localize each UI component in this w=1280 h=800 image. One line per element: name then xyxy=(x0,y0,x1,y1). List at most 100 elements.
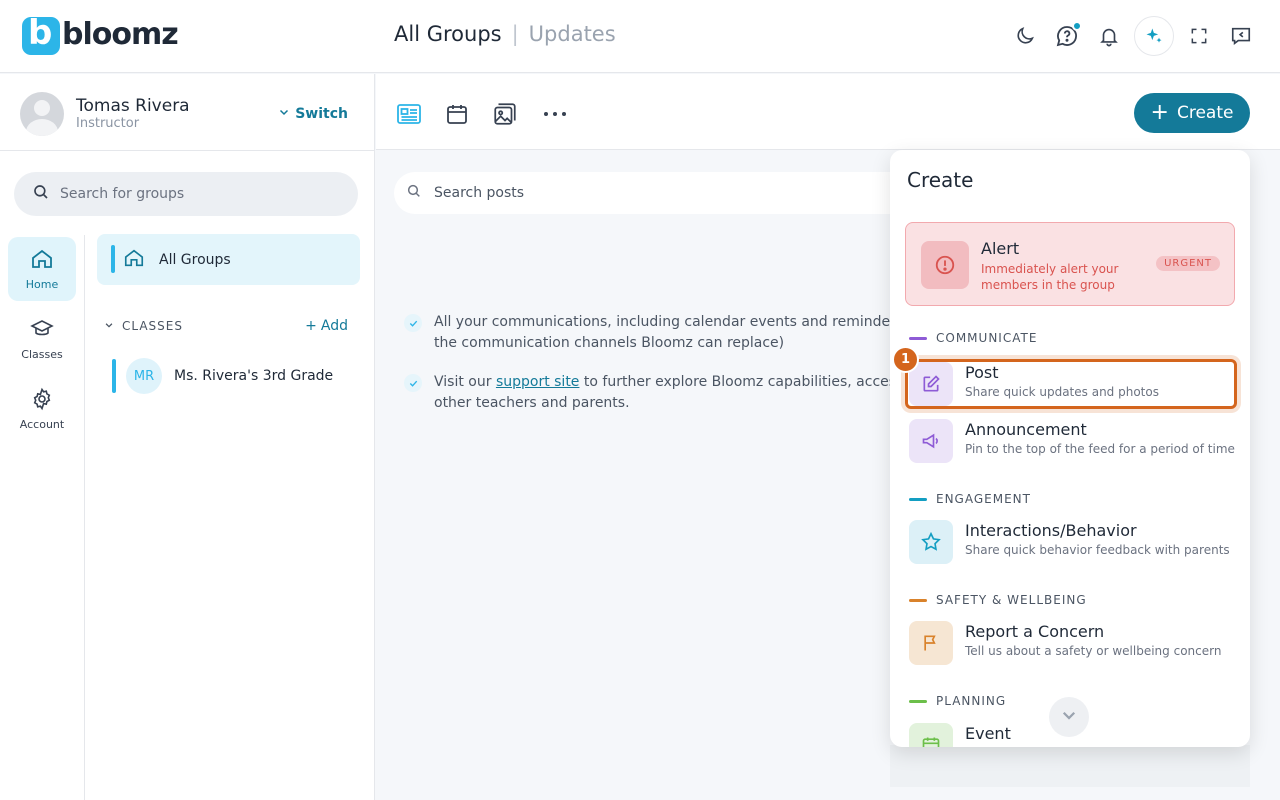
create-button[interactable]: + Create xyxy=(1134,93,1250,133)
calendar-icon[interactable] xyxy=(443,100,471,128)
nav-home-label: Home xyxy=(25,278,59,291)
step-marker: 1 xyxy=(892,346,919,373)
megaphone-icon xyxy=(909,419,953,463)
alert-description: Immediately alert your members in the gr… xyxy=(981,262,1119,292)
breadcrumb-all-groups[interactable]: All Groups xyxy=(394,22,502,46)
option-title: Report a Concern xyxy=(965,622,1105,641)
search-icon xyxy=(406,183,422,203)
option-description: Share quick behavior feedback with paren… xyxy=(965,543,1230,557)
star-icon xyxy=(909,520,953,564)
help-chat-icon[interactable] xyxy=(1050,16,1084,56)
option-title: Event xyxy=(965,724,1011,743)
add-class-button[interactable]: + Add xyxy=(305,318,348,334)
calendar-icon xyxy=(909,723,953,747)
create-post-option[interactable]: Post Share quick updates and photos xyxy=(905,359,1237,409)
check-icon xyxy=(404,374,422,392)
alert-title: Alert xyxy=(981,239,1020,258)
chevron-down-icon xyxy=(104,319,114,333)
switch-button[interactable]: Switch xyxy=(278,106,348,122)
breadcrumb: All Groups | Updates xyxy=(394,22,616,46)
class-item[interactable]: MR Ms. Rivera's 3rd Grade xyxy=(112,357,352,395)
section-safety-wellbeing: SAFETY & WELLBEING xyxy=(909,593,1087,607)
tip-text: Visit our xyxy=(434,374,496,390)
option-title: Post xyxy=(965,363,999,382)
sparkle-icon[interactable] xyxy=(1134,16,1174,56)
tip-text-line2: other teachers and parents. xyxy=(434,395,630,411)
dropdown-backdrop xyxy=(890,745,1250,787)
breadcrumb-updates: Updates xyxy=(528,22,616,46)
section-color-bar xyxy=(909,497,927,501)
all-groups-item[interactable]: All Groups xyxy=(97,234,360,285)
tip-text: to further explore Bloomz capabilities, … xyxy=(583,374,890,390)
add-label: Add xyxy=(320,318,348,334)
class-name: Ms. Rivera's 3rd Grade xyxy=(174,368,334,384)
feed-icon[interactable] xyxy=(395,100,423,128)
gear-icon xyxy=(30,387,54,414)
tip-item: All your communications, including calen… xyxy=(404,312,890,354)
feedback-icon[interactable] xyxy=(1224,16,1258,56)
gallery-icon[interactable] xyxy=(491,100,519,128)
home-icon xyxy=(30,247,54,274)
create-alert-option[interactable]: Alert Immediately alert your members in … xyxy=(905,222,1235,306)
switch-label: Switch xyxy=(295,106,348,122)
content-toolbar: + Create xyxy=(376,74,1280,150)
option-description: Pin to the top of the feed for a period … xyxy=(965,442,1235,456)
create-menu: Create Alert Immediately alert your memb… xyxy=(890,150,1250,747)
section-color-bar xyxy=(909,336,927,340)
classes-toggle[interactable]: CLASSES xyxy=(104,319,183,333)
classes-header-label: CLASSES xyxy=(122,319,183,333)
fullscreen-icon[interactable] xyxy=(1182,16,1216,56)
profile-name: Tomas Rivera xyxy=(76,96,190,116)
option-description: Share quick updates and photos xyxy=(965,385,1159,399)
classes-header: CLASSES + Add xyxy=(104,318,348,334)
post-search-input[interactable] xyxy=(434,185,874,201)
plus-icon: + xyxy=(305,318,317,334)
section-color-bar xyxy=(909,598,927,602)
create-interactions-option[interactable]: Interactions/Behavior Share quick behavi… xyxy=(905,517,1237,567)
search-icon xyxy=(32,183,50,205)
logo-mark-icon xyxy=(22,13,60,55)
create-menu-title: Create xyxy=(907,168,974,192)
moon-icon[interactable] xyxy=(1008,16,1042,56)
create-report-concern-option[interactable]: Report a Concern Tell us about a safety … xyxy=(905,618,1237,668)
home-icon xyxy=(123,247,145,273)
chevron-down-icon xyxy=(278,106,290,122)
nav-classes-label: Classes xyxy=(21,348,63,361)
nav-account[interactable]: Account xyxy=(8,377,76,441)
section-label: PLANNING xyxy=(936,694,1007,708)
create-announcement-option[interactable]: Announcement Pin to the top of the feed … xyxy=(905,416,1237,466)
nav-classes[interactable]: Classes xyxy=(8,307,76,371)
section-engagement: ENGAGEMENT xyxy=(909,492,1031,506)
edit-icon xyxy=(909,362,953,406)
scroll-down-button[interactable] xyxy=(1049,697,1089,737)
all-groups-label: All Groups xyxy=(159,251,231,268)
avatar[interactable] xyxy=(20,92,64,136)
nav-account-label: Account xyxy=(19,418,65,431)
group-search-input[interactable] xyxy=(60,186,340,202)
profile-role: Instructor xyxy=(76,116,140,131)
support-site-link[interactable]: support site xyxy=(496,374,580,390)
post-search-box[interactable] xyxy=(394,172,914,214)
create-label: Create xyxy=(1176,103,1234,123)
tip-text-line2: the communication channels Bloomz can re… xyxy=(434,335,785,351)
section-color-bar xyxy=(909,699,927,703)
top-bar: bloomz All Groups | Updates xyxy=(0,0,1280,73)
notification-dot xyxy=(1072,21,1082,31)
urgent-badge: URGENT xyxy=(1156,256,1220,271)
side-nav: Home Classes Account xyxy=(0,235,85,800)
more-icon[interactable] xyxy=(541,100,569,128)
logo-text: bloomz xyxy=(62,17,179,52)
option-title: Announcement xyxy=(965,420,1087,439)
alert-circle-icon xyxy=(921,241,969,289)
group-search-box[interactable] xyxy=(14,172,358,216)
class-initials-avatar: MR xyxy=(126,358,162,394)
profile-card: Tomas Rivera Instructor Switch xyxy=(0,74,375,151)
bloomz-logo[interactable]: bloomz xyxy=(22,13,179,55)
section-label: COMMUNICATE xyxy=(936,331,1038,345)
bell-icon[interactable] xyxy=(1092,16,1126,56)
nav-home[interactable]: Home xyxy=(8,237,76,301)
option-description: Tell us about a safety or wellbeing conc… xyxy=(965,644,1222,658)
graduation-cap-icon xyxy=(29,317,55,344)
chevron-down-icon xyxy=(1060,706,1078,728)
tip-text: All your communications, including calen… xyxy=(434,314,890,330)
